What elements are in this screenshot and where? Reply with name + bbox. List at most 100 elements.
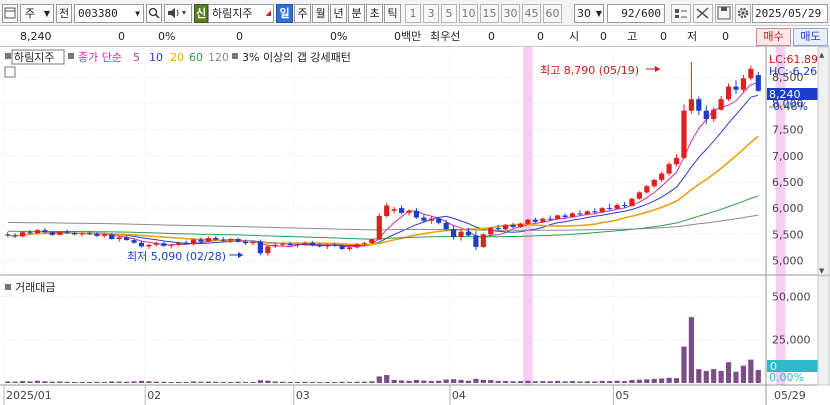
volume-scrollbar[interactable] — [817, 275, 830, 386]
candle-body — [205, 238, 211, 242]
scroll-up-icon[interactable]: ▲ — [819, 51, 825, 59]
chart-background — [0, 47, 830, 405]
candle-body — [577, 213, 583, 215]
settings-button[interactable] — [735, 4, 751, 23]
low-annotation: 최저 5,090 (02/28) — [127, 250, 226, 263]
volume-bar — [79, 381, 85, 383]
scroll-down-icon[interactable]: ▼ — [819, 267, 825, 275]
candle-body — [71, 232, 78, 235]
interval-button[interactable]: 10 — [459, 4, 478, 23]
draw-tool-button[interactable] — [693, 4, 713, 23]
open-label: 시 — [569, 30, 580, 43]
interval-label: 1 — [409, 7, 417, 20]
speaker-button[interactable] — [164, 4, 192, 23]
quote-info-bar: 8,240 0 0% 0 0% 0백만 최우선 0 시 0 고 0 저 0 0 — [0, 27, 830, 47]
x-tick-label: 04 — [452, 389, 466, 402]
price-tick-label: 5,000 — [772, 255, 804, 268]
interval-button[interactable]: 1 — [405, 4, 421, 23]
interval-button[interactable]: 30 — [501, 4, 520, 23]
chevron-down-icon: ▼ — [595, 9, 602, 18]
interval-button[interactable]: 15 — [480, 4, 499, 23]
volume-bar — [49, 381, 55, 383]
volume-bar — [725, 362, 732, 383]
menu-grid-button[interactable] — [2, 4, 18, 23]
candle-body — [688, 99, 695, 111]
candle — [681, 104, 687, 159]
chart-tools-button[interactable] — [671, 4, 691, 23]
period-label: 틱 — [387, 7, 398, 20]
candle-body — [213, 238, 219, 240]
period-button[interactable]: 일 — [276, 4, 293, 23]
period-label: 년 — [333, 7, 344, 20]
volume-bar — [503, 380, 509, 383]
price-scrollbar[interactable] — [817, 47, 830, 276]
period-button[interactable]: 주 — [294, 4, 311, 23]
sell-button[interactable]: 매도 — [793, 28, 828, 46]
candle-body — [614, 205, 620, 209]
volume-bar — [688, 317, 695, 383]
candle-body — [94, 233, 100, 236]
volume-bar — [428, 380, 434, 383]
interval-label: 15 — [482, 7, 497, 20]
interval-button[interactable]: 45 — [522, 4, 541, 23]
candle-body — [659, 173, 665, 180]
period-button[interactable]: 틱 — [384, 4, 401, 23]
prefix-label: 전 — [58, 7, 70, 20]
stock-tag: 하림지주 — [14, 50, 54, 64]
volume-bar — [718, 370, 724, 383]
candle-body — [220, 239, 226, 241]
prefix-button[interactable]: 전 — [56, 4, 72, 23]
stock-code-input[interactable]: 003380 ▼ — [74, 4, 144, 23]
period-button[interactable]: 초 — [366, 4, 383, 23]
candle-body — [607, 208, 613, 210]
period-button[interactable]: 년 — [330, 4, 347, 23]
interval-button[interactable]: 5 — [441, 4, 457, 23]
interval-button[interactable]: 3 — [423, 4, 439, 23]
period-button[interactable]: 분 — [348, 4, 365, 23]
volume-bar — [569, 381, 576, 383]
price-tick-label: 6,500 — [772, 176, 804, 189]
stock-name-field[interactable]: 하림지주 ◢ — [208, 4, 274, 23]
volume-bar — [250, 381, 256, 383]
period-button[interactable]: 월 — [312, 4, 329, 23]
candle-body — [413, 210, 420, 218]
market-select[interactable]: 주 ▼ — [20, 4, 54, 23]
volume-bar — [124, 381, 130, 383]
search-button[interactable] — [146, 4, 162, 23]
legend-bullet-icon — [5, 53, 11, 59]
low-value-2: 0 — [722, 30, 729, 43]
volume-bar — [302, 381, 308, 383]
date-field[interactable]: 2025/05/29 — [752, 4, 828, 23]
volume-bar — [138, 380, 145, 383]
candle-body — [562, 215, 568, 218]
candle-body — [272, 244, 278, 247]
chart-toolbar: 주 ▼ 전 003380 ▼ 신 하림지주 ◢ 일주월년분초틱 1 3 5 10 15 3… — [0, 0, 830, 26]
interval-select[interactable]: 30 ▼ — [574, 4, 604, 23]
window-icon — [4, 7, 16, 19]
candle-body — [406, 210, 412, 213]
x-tick-label: 2025/01 — [6, 389, 52, 402]
legend-bullet-icon — [232, 53, 238, 59]
volume-bar — [621, 381, 628, 383]
volume-bar — [562, 381, 568, 383]
volume-bar — [101, 381, 107, 383]
page-counter-field[interactable]: 92/600 — [607, 4, 665, 23]
volume-bar — [361, 381, 368, 383]
interval-button[interactable]: 60 — [543, 4, 562, 23]
save-button[interactable] — [715, 4, 733, 23]
volume-bar — [592, 381, 598, 383]
volume-bar — [540, 381, 546, 383]
candle-body — [443, 222, 449, 230]
volume-bar — [703, 370, 709, 383]
volume-bar — [220, 381, 226, 383]
candle-body — [740, 78, 747, 90]
volume-bar — [332, 381, 338, 383]
stock-chart[interactable]: 5,0005,5006,0006,5007,0007,5008,0008,500… — [0, 47, 830, 405]
candle-body — [116, 237, 122, 240]
buy-button[interactable]: 매수 — [756, 28, 791, 46]
price-tick-label: 7,000 — [772, 150, 804, 163]
best-quote-label: 최우선 — [430, 30, 461, 43]
x-tick-label-end: 05/29 — [774, 389, 806, 402]
volume-bar — [228, 381, 234, 383]
candle-body — [302, 242, 308, 245]
